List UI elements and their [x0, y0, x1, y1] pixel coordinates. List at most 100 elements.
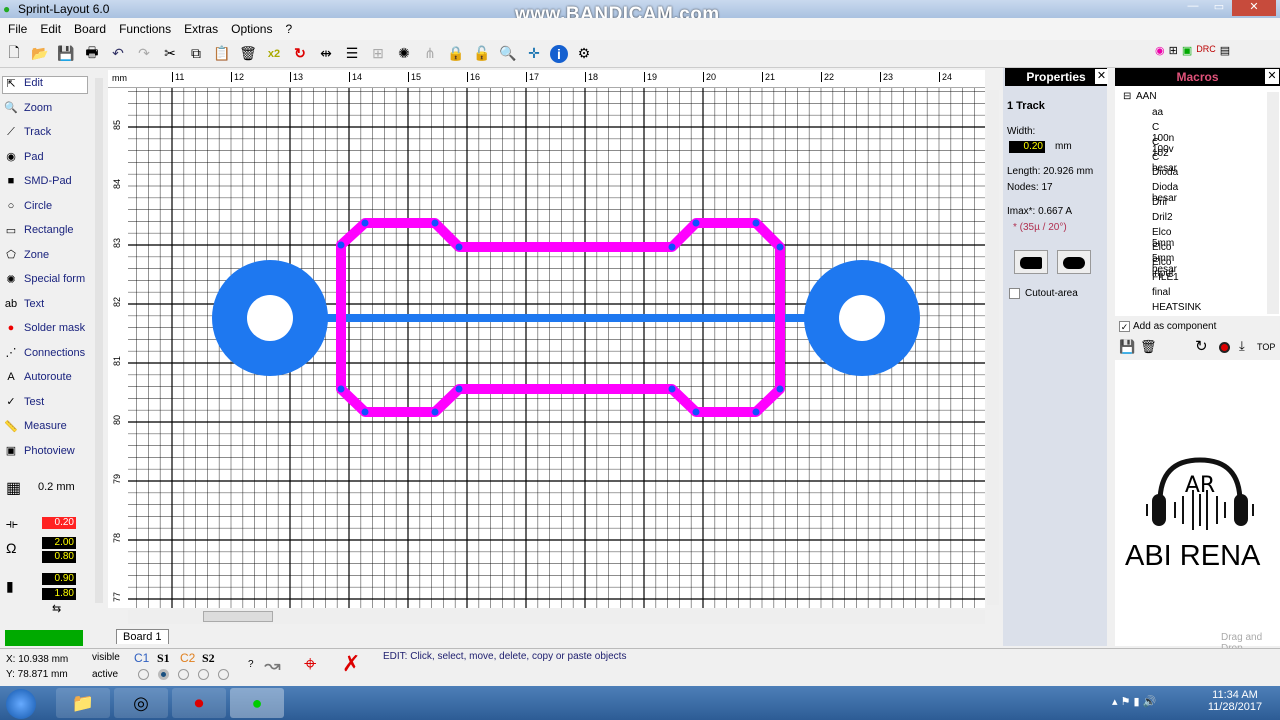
new-file-icon[interactable]: 🗋	[4, 44, 24, 64]
radio-o[interactable]	[218, 669, 229, 680]
save-macro-icon[interactable]: 💾	[1119, 339, 1135, 355]
radio-c1[interactable]	[138, 669, 149, 680]
tree-collapse-icon[interactable]: ⊟	[1123, 91, 1131, 102]
macro-item[interactable]: FILE1	[1152, 272, 1179, 283]
track-node[interactable]	[455, 385, 463, 393]
track-node[interactable]	[692, 219, 700, 227]
chrome-task[interactable]: ◎	[114, 688, 168, 718]
tool-solder-mask[interactable]: ● Solder mask	[4, 317, 90, 339]
pad-inner-value[interactable]: 0.80	[42, 551, 76, 563]
macro-item[interactable]: Dioda	[1152, 167, 1178, 178]
pad-outer-value[interactable]: 2.00	[42, 537, 76, 549]
vertical-scrollbar[interactable]	[987, 90, 999, 605]
macro-item[interactable]: HEATSINK	[1152, 302, 1201, 313]
layer-c1[interactable]: C1	[134, 651, 149, 665]
lock-icon[interactable]: 🔒	[446, 44, 466, 64]
mirror-icon[interactable]: ⇹	[316, 44, 336, 64]
scroll-thumb[interactable]	[203, 611, 273, 622]
macro-item[interactable]: Dril2	[1152, 212, 1173, 223]
maximize-button[interactable]: ▭	[1206, 0, 1232, 16]
top-label[interactable]: TOP	[1257, 342, 1275, 352]
paste-icon[interactable]: 📋	[212, 44, 232, 64]
zoom-icon[interactable]: 🔍	[498, 44, 518, 64]
layer-help[interactable]: ?	[248, 659, 254, 670]
menu-help[interactable]: ?	[285, 22, 292, 36]
print-icon[interactable]: 🖶	[82, 44, 102, 64]
track-node[interactable]	[361, 219, 369, 227]
swap-icon[interactable]: ⇆	[52, 602, 61, 615]
macro-item[interactable]: aa	[1152, 107, 1163, 118]
tool-test[interactable]: ✓ Test	[4, 391, 90, 413]
cutout-checkbox[interactable]	[1009, 288, 1020, 299]
info-icon[interactable]: i	[550, 44, 568, 63]
track-node[interactable]	[431, 408, 439, 416]
track-end-round-button[interactable]	[1057, 250, 1091, 274]
track-node[interactable]	[337, 241, 345, 249]
unlock-icon[interactable]: 🔓	[472, 44, 492, 64]
tool-text[interactable]: ab Text	[4, 293, 90, 315]
track-node[interactable]	[752, 219, 760, 227]
track-node[interactable]	[361, 408, 369, 416]
delete-macro-icon[interactable]: 🗑	[1140, 339, 1157, 355]
align-icon[interactable]: ☰	[342, 44, 362, 64]
radio-c2[interactable]	[178, 669, 189, 680]
sidebar-scrollbar[interactable]	[95, 78, 103, 603]
tool-connections[interactable]: ⋰ Connections	[4, 342, 90, 364]
sprint-layout-task[interactable]: ●	[230, 688, 284, 718]
close-button[interactable]: ✕	[1232, 0, 1276, 16]
rotate-icon[interactable]: ↻	[290, 44, 310, 64]
tool-smd-pad[interactable]: ■ SMD-Pad	[4, 170, 90, 192]
menu-edit[interactable]: Edit	[40, 22, 61, 36]
menu-options[interactable]: Options	[231, 22, 272, 36]
copy-icon[interactable]: ⧉	[186, 44, 206, 64]
track-node[interactable]	[752, 408, 760, 416]
board-tab[interactable]: Board 1	[116, 629, 169, 644]
explorer-task[interactable]: 📁	[56, 688, 110, 718]
selector-icon[interactable]: ▤	[1220, 44, 1230, 64]
track-node[interactable]	[776, 243, 784, 251]
layer-c2[interactable]: C2	[180, 651, 195, 665]
drc-icon[interactable]: DRC	[1196, 44, 1216, 64]
macro-folder-aan[interactable]: AAN	[1136, 91, 1157, 102]
tool-photoview[interactable]: ▣ Photoview	[4, 440, 90, 462]
add-component-checkbox[interactable]: ✓	[1119, 321, 1130, 332]
explode-icon[interactable]: ✺	[394, 44, 414, 64]
layer-color-indicator[interactable]	[5, 630, 83, 646]
drc-icon[interactable]: ⚙	[574, 44, 594, 64]
tool-edit[interactable]: ⇱ Edit	[4, 72, 90, 94]
crosshair-icon[interactable]: ✛	[524, 44, 544, 64]
track-node[interactable]	[776, 385, 784, 393]
radio-s1[interactable]	[158, 669, 169, 680]
macro-item[interactable]: final	[1152, 287, 1170, 298]
tool-track[interactable]: ⟋ Track	[4, 121, 90, 143]
track-mode-icon[interactable]: ↝	[264, 653, 281, 678]
pcb-drawing[interactable]	[124, 79, 985, 608]
tool-circle[interactable]: ○ Circle	[4, 195, 90, 217]
menu-file[interactable]: File	[8, 22, 27, 36]
place-icon[interactable]: ⤓	[1239, 338, 1245, 354]
smd-width-value[interactable]: 0.90	[42, 573, 76, 585]
save-icon[interactable]: 💾	[56, 44, 76, 64]
grid-size[interactable]: 0.2 mm	[38, 481, 75, 493]
macro-scrollbar[interactable]	[1267, 92, 1279, 314]
tool-pad[interactable]: ◉ Pad	[4, 146, 90, 168]
track-node[interactable]	[431, 219, 439, 227]
track-node[interactable]	[692, 408, 700, 416]
pad-drill-hole[interactable]	[839, 295, 885, 341]
menu-board[interactable]: Board	[74, 22, 106, 36]
connect-icon[interactable]: ⋔	[420, 44, 440, 64]
smd-height-value[interactable]: 1.80	[42, 588, 76, 600]
tool-zone[interactable]: ⬠ Zone	[4, 244, 90, 266]
x2-icon[interactable]: x2	[264, 44, 284, 64]
redo-icon[interactable]: ↷	[134, 44, 154, 64]
tool-measure[interactable]: 📏 Measure	[4, 415, 90, 437]
macro-icon[interactable]: ◉	[1155, 44, 1165, 64]
component-icon[interactable]: ⊞	[1169, 44, 1178, 64]
close-icon[interactable]: ✕	[1265, 69, 1279, 84]
rubberband-icon[interactable]: ✗	[342, 651, 360, 677]
group-icon[interactable]: ⊞	[368, 44, 388, 64]
tool-rectangle[interactable]: ▭ Rectangle	[4, 219, 90, 241]
tool-special-form[interactable]: ✺ Special form	[4, 268, 90, 290]
tool-autoroute[interactable]: A Autoroute	[4, 366, 90, 388]
menu-functions[interactable]: Functions	[119, 22, 171, 36]
